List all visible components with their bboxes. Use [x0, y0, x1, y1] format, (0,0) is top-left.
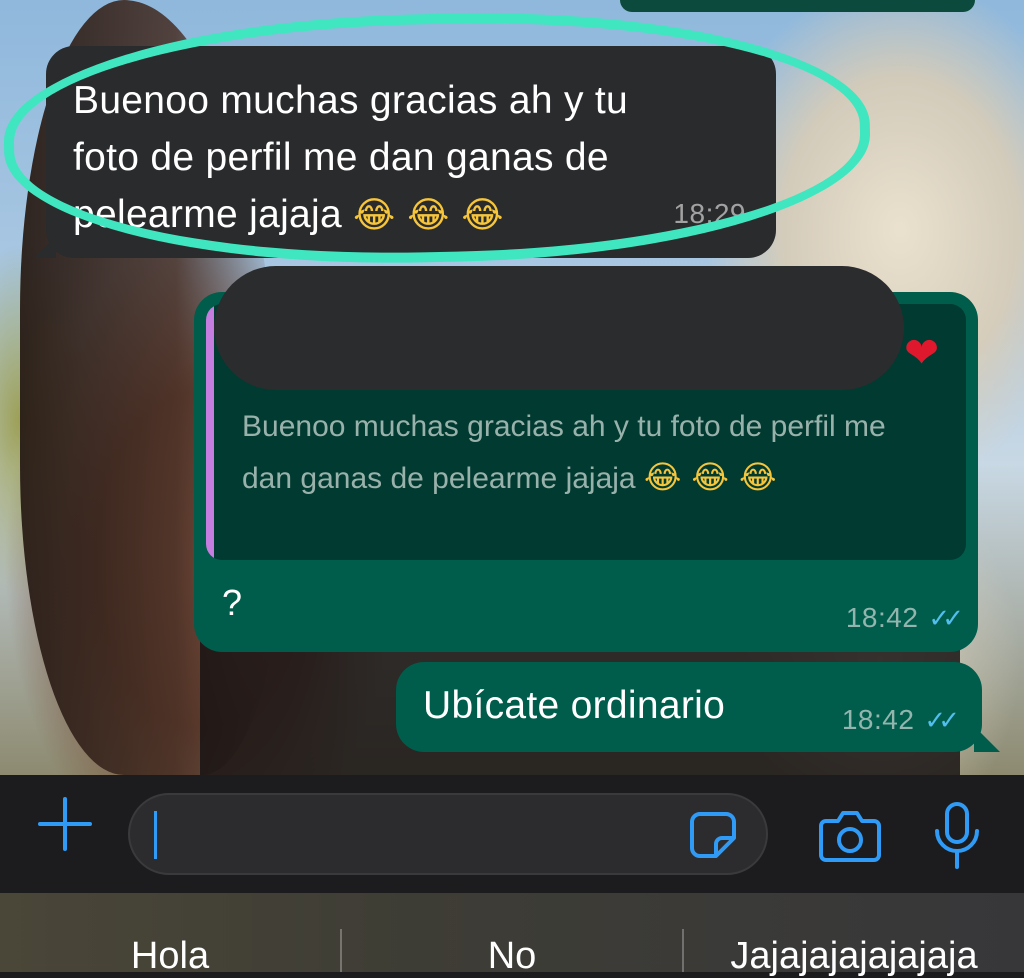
message-text: ? — [222, 582, 243, 623]
quote-accent-bar — [206, 304, 214, 560]
time-value: 18:42 — [845, 602, 919, 633]
sticker-icon[interactable] — [686, 808, 740, 862]
text-cursor — [154, 811, 157, 859]
message-composer — [0, 775, 1024, 893]
redacted-area — [214, 266, 904, 390]
previous-message-edge[interactable] — [620, 0, 975, 12]
message-text: Ubícate ordinario — [423, 684, 726, 727]
camera-icon[interactable] — [818, 807, 882, 863]
message-time: 18:42 ✓✓ — [841, 704, 960, 736]
read-receipt-icon: ✓✓ — [928, 603, 963, 633]
quoted-text: Buenoo muchas gracias ah y tu foto de pe… — [242, 402, 942, 504]
heart-reaction-icon[interactable]: ❤ — [904, 328, 939, 377]
keyboard-suggestions: Hola No Jajajajajajajaja — [0, 893, 1024, 977]
quoted-text-body: Buenoo muchas gracias ah y tu foto de pe… — [242, 410, 886, 495]
laughing-emoji: 😂 😂 😂 — [643, 458, 777, 496]
plus-icon[interactable] — [38, 797, 92, 851]
microphone-icon[interactable] — [930, 801, 984, 871]
read-receipt-icon: ✓✓ — [924, 705, 959, 735]
time-value: 18:42 — [841, 704, 915, 735]
message-time: 18:42 ✓✓ — [845, 602, 964, 634]
outgoing-message[interactable]: Ubícate ordinario 18:42 ✓✓ — [396, 662, 1000, 752]
message-input-field[interactable] — [128, 793, 768, 875]
message-input[interactable] — [164, 795, 668, 875]
